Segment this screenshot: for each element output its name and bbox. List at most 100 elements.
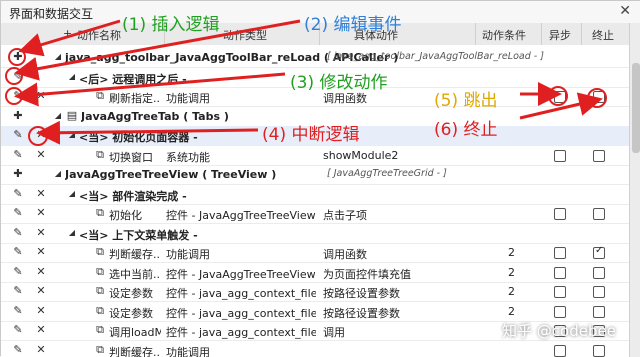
async-checkbox[interactable] bbox=[554, 286, 566, 298]
delete-icon[interactable]: ✕ bbox=[34, 187, 48, 201]
stop-checkbox[interactable] bbox=[593, 91, 605, 103]
edit-icon[interactable]: ✎ bbox=[11, 89, 25, 103]
column-header-async[interactable]: 异步 bbox=[549, 27, 571, 43]
edit-icon[interactable]: ✎ bbox=[11, 343, 25, 357]
edit-icon[interactable]: ✎ bbox=[11, 187, 25, 201]
dialog-window: 界面和数据交互 ✕ + 动作名称 动作类型 具体动作 动作条件 异步 终止 ✚◢… bbox=[0, 0, 640, 356]
insert-icon[interactable]: ✚ bbox=[11, 167, 25, 181]
expand-arrow-icon[interactable]: ◢ bbox=[65, 128, 79, 142]
table-row[interactable]: ✎✕⧉初始化控件 - JavaAggTreeTreeView点击子项 bbox=[1, 204, 629, 224]
action-icon: ⧉ bbox=[93, 89, 107, 103]
annotation-jump-out: (5) 跳出 bbox=[434, 86, 497, 111]
async-checkbox[interactable] bbox=[554, 345, 566, 357]
action-detail: 点击子项 bbox=[323, 207, 367, 223]
async-checkbox[interactable] bbox=[554, 208, 566, 220]
action-icon: ⧉ bbox=[93, 265, 107, 279]
stop-checkbox[interactable] bbox=[593, 345, 605, 357]
async-checkbox[interactable] bbox=[554, 267, 566, 279]
column-header-stop[interactable]: 终止 bbox=[592, 27, 614, 43]
delete-icon[interactable]: ✕ bbox=[34, 284, 48, 298]
async-checkbox[interactable] bbox=[554, 150, 566, 162]
insert-icon[interactable]: ✚ bbox=[11, 109, 25, 123]
table-row[interactable]: ✎✕⧉切换窗口系统功能showModule2 bbox=[1, 146, 629, 166]
action-name: <后> 远程调用之后 - bbox=[79, 71, 187, 87]
expand-arrow-icon[interactable]: ◢ bbox=[65, 226, 79, 240]
delete-icon[interactable]: ✕ bbox=[34, 265, 48, 279]
scrollbar-thumb[interactable] bbox=[632, 63, 640, 153]
add-all-icon[interactable]: + bbox=[63, 27, 72, 40]
action-type: 控件 - java_agg_context_file_Java... bbox=[166, 324, 316, 340]
stop-checkbox[interactable] bbox=[593, 286, 605, 298]
table-row[interactable]: ✎✕⧉判断缓存...功能调用调用函数2 bbox=[1, 243, 629, 263]
edit-icon[interactable]: ✎ bbox=[11, 206, 25, 220]
delete-icon[interactable]: ✕ bbox=[34, 343, 48, 357]
expand-arrow-icon[interactable]: ◢ bbox=[51, 109, 65, 123]
edit-icon[interactable]: ✎ bbox=[11, 265, 25, 279]
table-row[interactable]: ✎✕⧉设定参数控件 - java_agg_context_file_Java..… bbox=[1, 282, 629, 302]
action-detail: 为页面控件填充值 bbox=[323, 266, 411, 282]
async-checkbox[interactable] bbox=[554, 306, 566, 318]
action-type: 功能调用 bbox=[166, 344, 210, 357]
action-name: 刷新指定... bbox=[109, 90, 161, 106]
action-type: 控件 - java_agg_context_file_Java... bbox=[166, 285, 316, 301]
delete-icon[interactable]: ✕ bbox=[34, 226, 48, 240]
expand-arrow-icon[interactable]: ◢ bbox=[51, 167, 65, 181]
component-suffix: [ JavaAggTreeTreeGrid - ] bbox=[327, 168, 447, 179]
action-type: 控件 - JavaAggTreeTreeView bbox=[166, 266, 316, 282]
delete-icon[interactable]: ✕ bbox=[34, 304, 48, 318]
table-row[interactable]: ✎✕⧉判断缓存...功能调用 bbox=[1, 341, 629, 357]
action-name: <当> 上下文菜单触发 - bbox=[79, 227, 198, 243]
delete-icon[interactable]: ✕ bbox=[34, 323, 48, 337]
action-type: 系统功能 bbox=[166, 149, 210, 165]
delete-icon[interactable]: ✕ bbox=[34, 89, 48, 103]
stop-checkbox[interactable] bbox=[593, 208, 605, 220]
tree-group-row[interactable]: ✎ ✕ ◢<当> 上下文菜单触发 - bbox=[1, 224, 629, 244]
tree-group-row[interactable]: ✎ ✕ ◢<当> 部件渲染完成 - bbox=[1, 185, 629, 205]
edit-icon[interactable]: ✎ bbox=[11, 70, 25, 84]
delete-icon[interactable]: ✕ bbox=[34, 128, 48, 142]
expand-arrow-icon[interactable]: ◢ bbox=[65, 187, 79, 201]
edit-icon[interactable]: ✎ bbox=[11, 148, 25, 162]
vertical-scrollbar[interactable] bbox=[629, 23, 640, 357]
stop-checkbox[interactable] bbox=[593, 247, 605, 259]
action-icon: ⧉ bbox=[93, 304, 107, 318]
annotation-terminate: (6) 终止 bbox=[434, 115, 497, 140]
edit-icon[interactable]: ✎ bbox=[11, 304, 25, 318]
action-type: 控件 - java_agg_context_file_Java... bbox=[166, 305, 316, 321]
action-condition: 2 bbox=[508, 305, 515, 318]
edit-icon[interactable]: ✎ bbox=[11, 128, 25, 142]
close-icon[interactable]: ✕ bbox=[619, 3, 631, 19]
action-name: <当> 部件渲染完成 - bbox=[79, 188, 187, 204]
table-row[interactable]: ✎✕⧉设定参数控件 - java_agg_context_file_Java..… bbox=[1, 302, 629, 322]
action-name: JavaAggTreeTab ( Tabs ) bbox=[81, 110, 229, 123]
expand-arrow-icon[interactable]: ◢ bbox=[65, 70, 79, 84]
delete-icon[interactable]: ✕ bbox=[34, 206, 48, 220]
action-icon: ⧉ bbox=[93, 206, 107, 220]
async-checkbox[interactable] bbox=[554, 247, 566, 259]
tree-group-row[interactable]: ✚◢java_agg_toolbar_JavaAggToolBar_reLoad… bbox=[1, 48, 629, 68]
table-row[interactable]: ✎✕⧉选中当前...控件 - JavaAggTreeTreeView为页面控件填… bbox=[1, 263, 629, 283]
insert-icon[interactable]: ✚ bbox=[11, 50, 25, 64]
column-header-name[interactable]: 动作名称 bbox=[77, 27, 121, 43]
expand-arrow-icon[interactable]: ◢ bbox=[51, 50, 65, 64]
async-checkbox[interactable] bbox=[554, 91, 566, 103]
edit-icon[interactable]: ✎ bbox=[11, 323, 25, 337]
delete-icon[interactable]: ✕ bbox=[34, 245, 48, 259]
action-icon: ⧉ bbox=[93, 343, 107, 357]
action-condition: 2 bbox=[508, 246, 515, 259]
stop-checkbox[interactable] bbox=[593, 267, 605, 279]
action-condition: 2 bbox=[508, 285, 515, 298]
delete-icon[interactable]: ✕ bbox=[34, 148, 48, 162]
annotation-insert: (1) 插入逻辑 bbox=[122, 10, 219, 35]
column-header-condition[interactable]: 动作条件 bbox=[482, 27, 526, 43]
column-header-type[interactable]: 动作类型 bbox=[223, 27, 267, 43]
action-name: 调用loadM... bbox=[109, 324, 161, 340]
edit-icon[interactable]: ✎ bbox=[11, 284, 25, 298]
edit-icon[interactable]: ✎ bbox=[11, 245, 25, 259]
action-name: JavaAggTreeTreeView ( TreeView ) bbox=[65, 168, 276, 181]
action-icon: ⧉ bbox=[93, 245, 107, 259]
tree-group-row[interactable]: ✚ ◢JavaAggTreeTreeView ( TreeView ) [ Java… bbox=[1, 165, 629, 185]
edit-icon[interactable]: ✎ bbox=[11, 226, 25, 240]
stop-checkbox[interactable] bbox=[593, 150, 605, 162]
stop-checkbox[interactable] bbox=[593, 306, 605, 318]
